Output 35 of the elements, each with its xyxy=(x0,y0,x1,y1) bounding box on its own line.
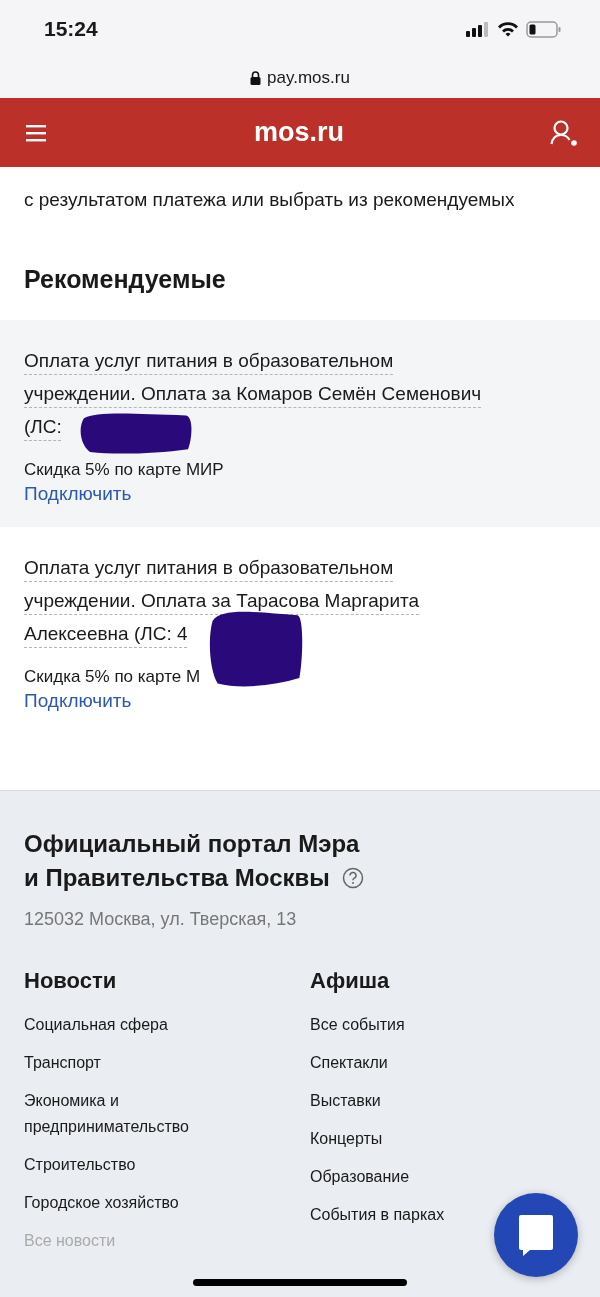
payment-description[interactable]: Оплата услуг питания в образовательном учреждении. Оплата за Комаров Семён Семенович (ЛС: xyxy=(24,344,506,443)
site-logo[interactable]: mos.ru xyxy=(254,117,344,148)
menu-icon[interactable] xyxy=(26,123,48,142)
column-heading: Новости xyxy=(24,968,117,994)
connect-link[interactable]: Подключить xyxy=(24,483,132,505)
help-icon[interactable] xyxy=(341,867,364,889)
footer-link[interactable]: Транспорт xyxy=(24,1050,101,1076)
payment-description[interactable]: Оплата услуг питания в образовательном учреждении. Оплата за Тарасова Маргарита Алексеевна (ЛС: 4 xyxy=(24,551,506,650)
footer-link[interactable]: Выставки xyxy=(310,1088,381,1114)
footer-link[interactable]: Социальная сфера xyxy=(24,1012,168,1038)
chat-icon xyxy=(518,1214,554,1256)
footer-link[interactable]: Концерты xyxy=(310,1126,383,1152)
battery-icon xyxy=(526,20,562,38)
discount-text: Скидка 5% по карте М xyxy=(24,666,202,688)
footer-link[interactable]: Строительство xyxy=(24,1152,136,1178)
address-text: 125032 Москва, ул. Тверская, 13 xyxy=(24,909,298,930)
intro-paragraph: с результатом платежа или выбрать из рекомендуемых xyxy=(23,188,516,212)
footer-link[interactable]: Спектакли xyxy=(310,1050,388,1076)
footer-link[interactable]: Все события xyxy=(310,1012,405,1038)
lock-icon xyxy=(250,71,262,85)
portal-title: Официальный портал Мэра xyxy=(24,829,360,859)
column-heading: Афиша xyxy=(310,968,390,994)
connect-link[interactable]: Подключить xyxy=(24,690,132,712)
signal-icon xyxy=(466,21,490,37)
footer-link[interactable]: Экономика и предпринимательство xyxy=(24,1088,244,1140)
status-time: 15:24 xyxy=(44,17,98,41)
footer-link[interactable]: Городское хозяйство xyxy=(24,1190,179,1216)
section-title: Рекомендуемые xyxy=(23,265,227,294)
wifi-icon xyxy=(497,21,519,37)
portal-title: и Правительства Москвы xyxy=(24,863,330,893)
footer-link[interactable]: Образование xyxy=(310,1164,410,1190)
footer-link[interactable]: События в парках xyxy=(310,1202,445,1228)
url-text[interactable]: pay.mos.ru xyxy=(267,68,350,88)
discount-text: Скидка 5% по карте МИР xyxy=(24,459,225,481)
user-icon[interactable] xyxy=(550,118,578,147)
